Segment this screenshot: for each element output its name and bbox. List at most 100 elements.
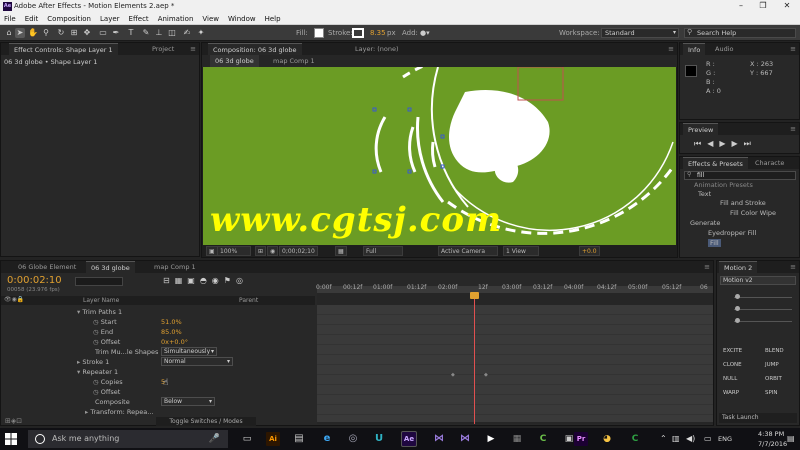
search-help-field[interactable]: ⚲ Search Help: [684, 28, 796, 38]
timeline-footer-icons[interactable]: ⊞◈⊡: [5, 417, 22, 425]
rotate-tool-icon[interactable]: ↻: [56, 28, 66, 38]
exposure-value[interactable]: +0.0: [579, 246, 600, 256]
row-repeater-offset[interactable]: ◷ Offset: [93, 387, 120, 397]
type-tool-icon[interactable]: T: [126, 28, 136, 38]
cortana-search-box[interactable]: Ask me anything 🎤: [28, 430, 228, 448]
file-explorer-icon[interactable]: ▤: [292, 432, 306, 446]
preview-panel-menu-icon[interactable]: ≡: [790, 123, 796, 135]
edge-browser-icon[interactable]: e: [320, 432, 334, 446]
premiere-taskbar-icon[interactable]: Pr: [574, 432, 588, 446]
row-transform-repeater[interactable]: ▸ Transform: Repea...: [85, 407, 153, 417]
snapshot-icon[interactable]: ◉: [267, 246, 279, 256]
motion2-sliders[interactable]: [720, 293, 796, 329]
magnification-select[interactable]: 100%: [217, 246, 251, 256]
menu-edit[interactable]: Edit: [21, 13, 44, 25]
camera-select[interactable]: Active Camera: [438, 246, 498, 256]
zoom-tool-icon[interactable]: ⚲: [41, 28, 51, 38]
tab-motion2[interactable]: Motion 2: [719, 261, 758, 273]
timeline-track-area[interactable]: ◆ ◆: [317, 286, 713, 424]
timeline-search-input[interactable]: [75, 277, 123, 286]
timeline-timecode[interactable]: 0:00:02:10: [7, 275, 62, 286]
views-select[interactable]: 1 View: [503, 246, 539, 256]
camtasia-recorder-icon[interactable]: C: [628, 432, 642, 446]
comp-subtab-map[interactable]: map Comp 1: [268, 55, 320, 67]
preset-animation[interactable]: Animation Presets: [694, 181, 753, 189]
selection-tool-icon[interactable]: ➤: [15, 28, 25, 38]
timecode-display[interactable]: 0;00;02;10: [279, 246, 318, 256]
camera-snapshot-icon[interactable]: ▦: [335, 246, 347, 256]
tab-composition[interactable]: Composition: 06 3d globe: [208, 43, 302, 55]
tab-map-comp-1[interactable]: map Comp 1: [149, 261, 201, 273]
stroke-width-value[interactable]: 8.35: [370, 28, 386, 38]
close-button[interactable]: ✕: [776, 0, 798, 13]
row-offset[interactable]: ◷ Offset: [93, 337, 120, 347]
playback-controls-icon[interactable]: ⏮◀▶▶⏭: [694, 139, 757, 149]
puppet-pin-tool-icon[interactable]: ✦: [196, 28, 206, 38]
row-copies[interactable]: ◷ Copies: [93, 377, 123, 387]
toggle-switches-modes-button[interactable]: Toggle Switches / Modes: [156, 417, 256, 426]
maximize-button[interactable]: ❐: [752, 0, 774, 13]
movie-app-icon[interactable]: ▦: [510, 432, 524, 446]
excite-button[interactable]: EXCITE: [723, 348, 742, 354]
stroke-blend-select[interactable]: Normal: [161, 357, 233, 366]
tab-info[interactable]: Info: [683, 43, 706, 55]
effect-eyedropper-fill[interactable]: Eyedropper Fill: [708, 229, 756, 237]
trim-multiple-shapes-select[interactable]: Simultaneously: [161, 347, 217, 356]
playhead-handle[interactable]: [470, 292, 479, 299]
row-end[interactable]: ◷ End: [93, 327, 113, 337]
grid-icon[interactable]: ⊞: [255, 246, 267, 256]
volume-icon[interactable]: ◀): [686, 434, 695, 443]
composite-select[interactable]: Below: [161, 397, 215, 406]
row-trim-paths[interactable]: ▾ Trim Paths 1: [77, 307, 122, 317]
offset-value[interactable]: 0x+0.0°: [161, 337, 188, 347]
menu-help[interactable]: Help: [261, 13, 286, 25]
motion2-version-select[interactable]: Motion v2: [720, 276, 796, 285]
current-time-indicator[interactable]: [474, 292, 475, 424]
timeline-switches-icons[interactable]: ⊟▦▣◓◉⚑◎: [163, 276, 248, 285]
tab-preview[interactable]: Preview: [683, 123, 719, 135]
comp-panel-menu-icon[interactable]: ≡: [668, 43, 674, 55]
tab-06-globe-element[interactable]: 06 Globe Element: [13, 261, 81, 273]
fill-swatch[interactable]: [314, 28, 324, 38]
effect-fill[interactable]: Fill: [708, 239, 721, 247]
pen-tool-icon[interactable]: ✒: [111, 28, 121, 38]
column-parent[interactable]: Parent: [239, 297, 258, 304]
blend-button[interactable]: BLEND: [765, 348, 784, 354]
microphone-icon[interactable]: 🎤: [209, 430, 220, 448]
null-button[interactable]: NULL: [723, 376, 737, 382]
rectangle-tool-icon[interactable]: ▭: [98, 28, 108, 38]
paint-app-icon[interactable]: ◕: [600, 432, 614, 446]
pan-behind-tool-icon[interactable]: ✥: [82, 28, 92, 38]
menu-effect[interactable]: Effect: [125, 13, 154, 25]
row-stroke[interactable]: ▸ Stroke 1: [77, 357, 109, 367]
battery-icon[interactable]: ▭: [704, 434, 712, 443]
language-indicator[interactable]: ENG: [718, 435, 732, 443]
start-value[interactable]: 51.0%: [161, 317, 182, 327]
network-icon[interactable]: ▥: [672, 434, 680, 443]
warp-button[interactable]: WARP: [723, 390, 739, 396]
end-value[interactable]: 85.0%: [161, 327, 182, 337]
roto-brush-tool-icon[interactable]: ✍: [182, 28, 192, 38]
brush-tool-icon[interactable]: ✎: [141, 28, 151, 38]
clone-stamp-tool-icon[interactable]: ⊥: [154, 28, 164, 38]
preset-fill-color-wipe[interactable]: Fill Color Wipe: [730, 209, 776, 217]
panel-menu-icon[interactable]: ≡: [190, 43, 196, 55]
jump-button[interactable]: JUMP: [765, 362, 779, 368]
time-ruler[interactable]: 0:00f 00:12f 01:00f 01:12f 02:00f 12f 03…: [316, 276, 712, 291]
tab-effects-presets[interactable]: Effects & Presets: [683, 157, 748, 169]
menu-composition[interactable]: Composition: [43, 13, 96, 25]
menu-view[interactable]: View: [198, 13, 224, 25]
chrome-icon[interactable]: ◎: [346, 432, 360, 446]
tab-06-3d-globe[interactable]: 06 3d globe: [86, 261, 135, 273]
orbit-button[interactable]: ORBIT: [765, 376, 782, 382]
menu-window[interactable]: Window: [224, 13, 261, 25]
tab-audio[interactable]: Audio: [710, 43, 738, 55]
effects-search-input[interactable]: ⚲ fill: [684, 171, 796, 180]
task-view-icon[interactable]: ▭: [240, 432, 254, 446]
column-layer-name[interactable]: Layer Name: [83, 297, 119, 304]
region-of-interest-icon[interactable]: ▣: [206, 246, 218, 256]
keyframe-icon[interactable]: ◆: [484, 372, 488, 378]
windows-start-icon[interactable]: [5, 433, 17, 445]
row-repeater[interactable]: ▾ Repeater 1: [77, 367, 118, 377]
clock-time[interactable]: 4:38 PM: [758, 430, 784, 438]
